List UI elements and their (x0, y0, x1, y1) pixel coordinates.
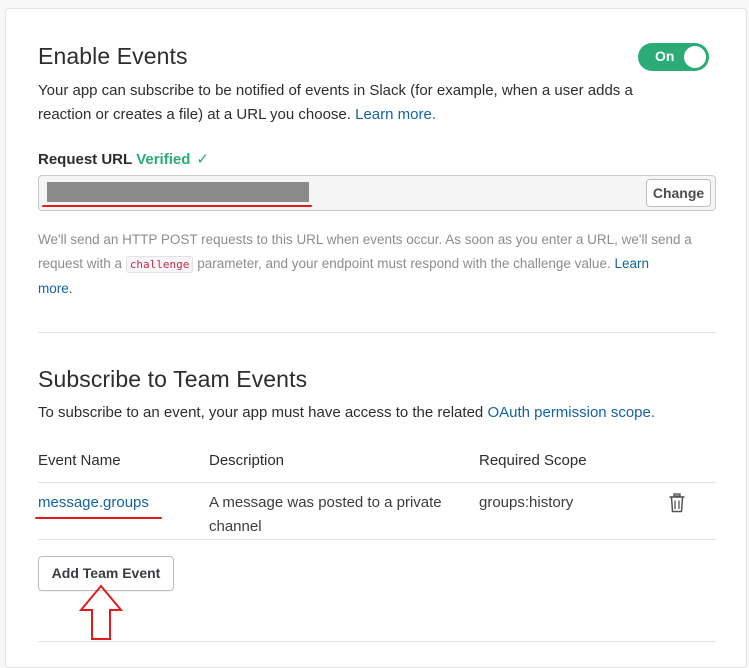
table-row-divider (38, 539, 716, 540)
team-events-description: To subscribe to an event, your app must … (38, 401, 728, 425)
event-description: A message was posted to a private channe… (209, 491, 469, 539)
event-required-scope: groups:history (479, 494, 574, 511)
challenge-code: challenge (125, 256, 194, 273)
oauth-scope-link[interactable]: OAuth permission scope. (487, 404, 655, 421)
column-description: Description (209, 452, 285, 469)
verified-status: Verified (136, 151, 191, 168)
url-annotation-underline (42, 205, 312, 207)
event-description-line-1: A message was posted to a private (209, 494, 442, 511)
description-line-1: Your app can subscribe to be notified of… (38, 82, 633, 99)
trash-icon-svg (669, 493, 685, 513)
trash-icon[interactable] (668, 493, 686, 513)
enable-events-description: Your app can subscribe to be notified of… (38, 79, 718, 127)
description-line-2: reaction or creates a file) at a URL you… (38, 103, 718, 127)
column-event-name: Event Name (38, 452, 121, 469)
help-line-1: We'll send an HTTP POST requests to this… (38, 232, 692, 247)
toggle-label: On (655, 48, 675, 64)
up-arrow-annotation (78, 584, 124, 640)
event-name-message-groups[interactable]: message.groups (38, 494, 149, 511)
table-header-divider (38, 482, 716, 483)
description-text: reaction or creates a file) at a URL you… (38, 106, 351, 123)
help-line-3: more. (38, 277, 728, 301)
change-url-button[interactable]: Change (646, 179, 711, 207)
section-divider (38, 332, 716, 333)
help-more-link[interactable]: more. (38, 281, 73, 296)
event-description-line-2: channel (209, 518, 262, 535)
request-url-text: Request URL (38, 151, 133, 168)
help-text-2: parameter, and your endpoint must respon… (197, 256, 611, 271)
request-url-help: We'll send an HTTP POST requests to this… (38, 228, 728, 301)
column-required-scope: Required Scope (479, 452, 587, 469)
enable-events-toggle[interactable]: On (638, 43, 709, 71)
team-events-title: Subscribe to Team Events (38, 366, 308, 392)
request-url-label: Request URL Verified ✓ (38, 150, 209, 168)
help-line-2: request with a challenge parameter, and … (38, 252, 728, 277)
bottom-divider (38, 641, 716, 642)
event-annotation-underline (35, 517, 162, 519)
toggle-knob (684, 46, 706, 68)
learn-more-link[interactable]: Learn more. (355, 106, 436, 123)
team-events-desc-text: To subscribe to an event, your app must … (38, 404, 484, 421)
check-icon: ✓ (196, 151, 209, 168)
redacted-url-value (47, 182, 309, 202)
enable-events-title: Enable Events (38, 43, 188, 69)
event-subscriptions-card: Enable Events On Your app can subscribe … (5, 8, 747, 668)
help-text: request with a (38, 256, 123, 271)
help-learn-link[interactable]: Learn (614, 256, 649, 271)
